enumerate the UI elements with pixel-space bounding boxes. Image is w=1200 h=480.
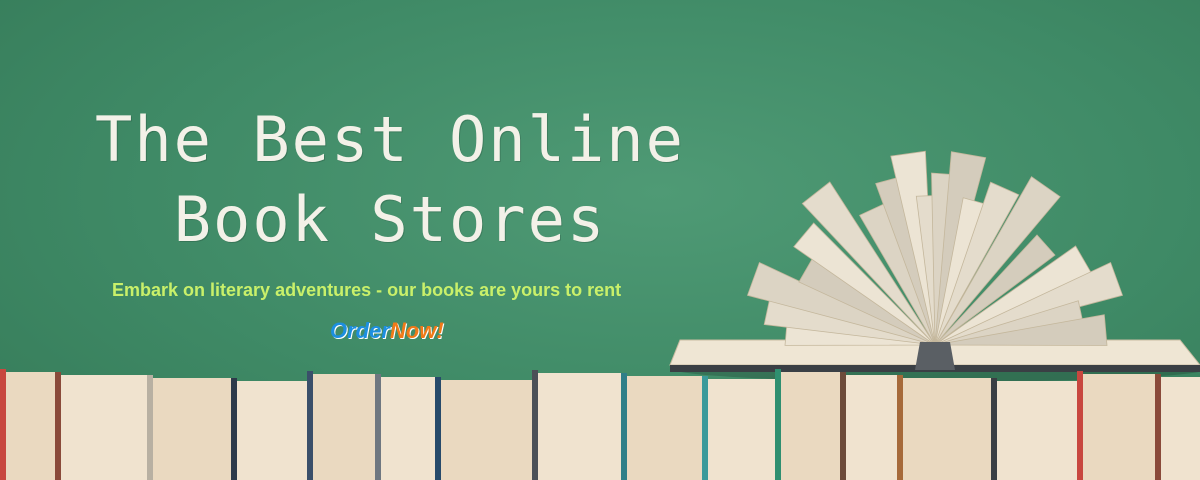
headline-line-1: The Best Online (95, 103, 685, 176)
book-pages-fan (746, 150, 1124, 346)
hero-banner: The Best Online Book Stores Embark on li… (0, 0, 1200, 480)
cta-word-now: Now! (389, 318, 444, 343)
order-now-button[interactable]: OrderNow! (330, 318, 444, 344)
book-spines-row (0, 369, 1200, 480)
open-book-illustration (669, 150, 1200, 382)
headline-line-2: Book Stores (173, 183, 607, 256)
cta-word-order: Order (330, 318, 390, 343)
headline: The Best Online Book Stores (60, 100, 720, 260)
tagline: Embark on literary adventures - our book… (112, 280, 622, 300)
